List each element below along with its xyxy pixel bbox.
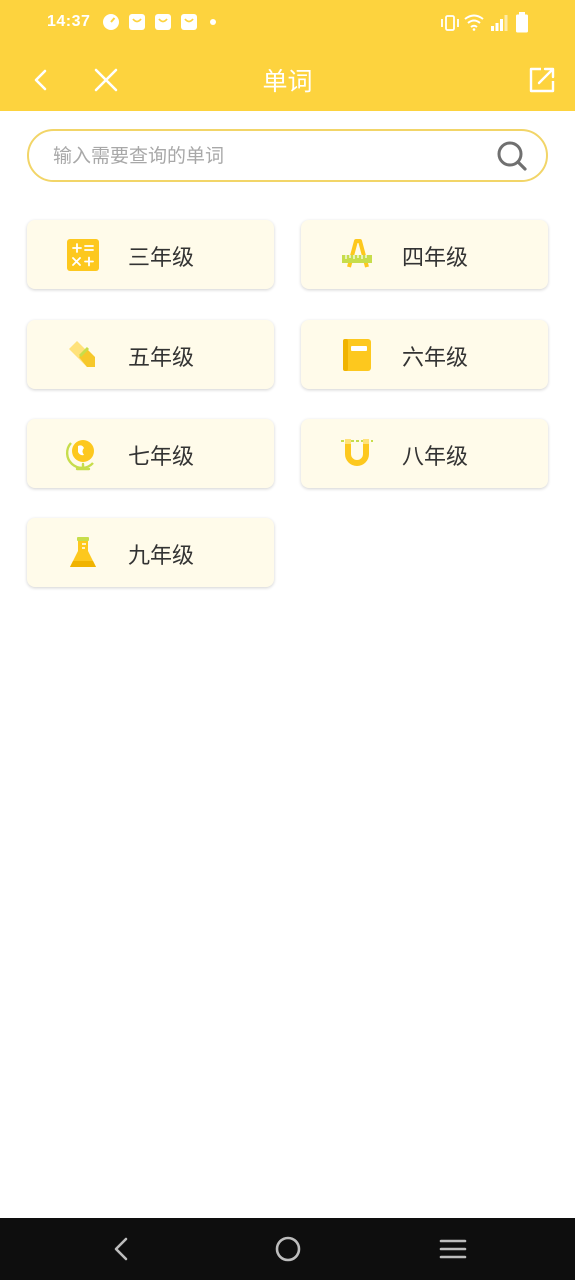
wifi-icon <box>464 14 484 31</box>
search-input[interactable] <box>53 131 493 180</box>
status-bar: 14:37 <box>0 0 575 48</box>
system-navigation-bar <box>0 1218 575 1280</box>
grade-label: 四年级 <box>402 246 469 271</box>
share-external-icon <box>529 67 555 93</box>
grade-card-3[interactable]: 三年级 <box>27 220 274 289</box>
grade-label: 五年级 <box>128 346 195 371</box>
speedometer-icon <box>103 14 119 30</box>
shopping-bag-icon <box>129 14 145 30</box>
globe-icon <box>66 440 94 471</box>
battery-icon <box>516 12 528 33</box>
system-back-icon[interactable] <box>106 1233 138 1265</box>
app-bar: 单词 <box>0 48 575 111</box>
grade-card-6[interactable]: 六年级 <box>301 320 548 389</box>
system-home-icon[interactable] <box>272 1233 304 1265</box>
flask-icon <box>70 537 96 567</box>
signal-icon <box>491 15 508 31</box>
system-menu-icon[interactable] <box>437 1233 469 1265</box>
grade-card-7[interactable]: 七年级 <box>27 419 274 488</box>
ruler-letter-a-icon <box>342 239 372 268</box>
search-bar <box>27 129 548 182</box>
grade-card-9[interactable]: 九年级 <box>27 518 274 587</box>
magnet-icon <box>341 439 373 466</box>
calculator-icon <box>67 239 99 271</box>
grade-card-5[interactable]: 五年级 <box>27 320 274 389</box>
notification-dot-icon <box>210 19 216 25</box>
notebook-icon <box>343 339 371 371</box>
grade-label: 八年级 <box>402 445 469 470</box>
grade-label: 七年级 <box>128 445 195 470</box>
shopping-bag-icon <box>155 14 171 30</box>
grade-label: 六年级 <box>402 346 469 371</box>
vibrate-icon <box>441 15 459 31</box>
header: 14:37 单词 <box>0 0 575 111</box>
search-icon[interactable] <box>496 140 528 172</box>
grade-label: 九年级 <box>128 544 195 569</box>
shopping-bag-icon <box>181 14 197 30</box>
grade-card-4[interactable]: 四年级 <box>301 220 548 289</box>
status-time: 14:37 <box>47 13 91 30</box>
grade-card-8[interactable]: 八年级 <box>301 419 548 488</box>
page-title: 单词 <box>262 67 313 96</box>
grade-label: 三年级 <box>128 246 195 271</box>
eraser-icon <box>69 341 95 367</box>
share-button[interactable] <box>522 60 562 100</box>
